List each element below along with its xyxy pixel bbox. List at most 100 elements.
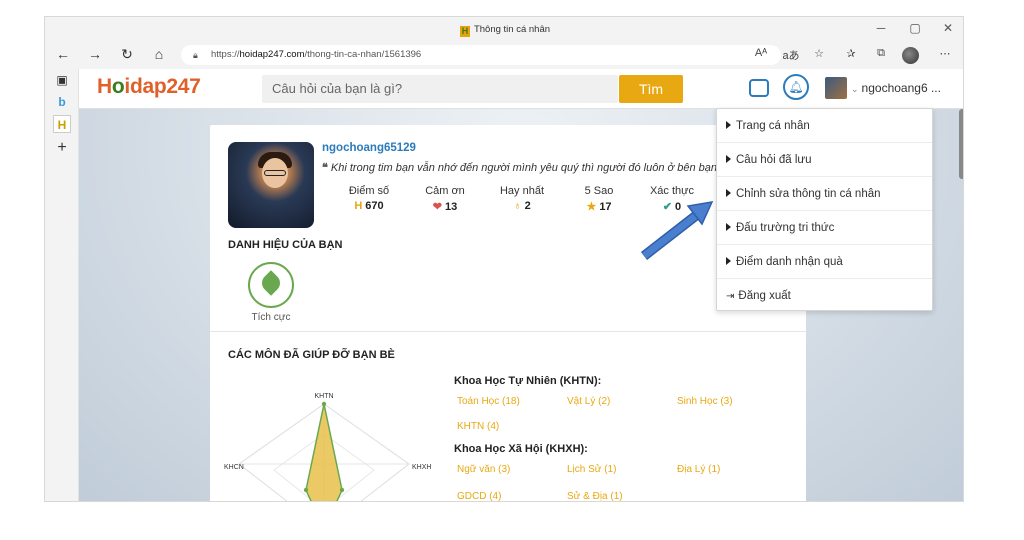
- back-arrow-icon[interactable]: ←: [53, 46, 73, 62]
- stat-label: Hay nhất: [499, 185, 545, 197]
- address-toolbar: ← → ↻ ⌂ 🔒︎ https://hoidap247.com/thong-t…: [45, 43, 963, 69]
- stat-label: Xác thực: [649, 185, 695, 197]
- stat-value: 17: [599, 201, 612, 213]
- favorites-icon[interactable]: ✰: [841, 47, 861, 60]
- chevron-down-icon: ⌄: [851, 84, 859, 94]
- leaf-icon: [258, 270, 284, 296]
- stat-label: 5 Sao: [584, 185, 614, 197]
- group-title: Khoa Học Xã Hội (KHXH):: [454, 443, 588, 455]
- maximize-button[interactable]: ▢: [905, 21, 925, 35]
- stat-value: 13: [444, 201, 458, 213]
- search-button[interactable]: Tìm: [619, 75, 683, 103]
- site-logo[interactable]: Hoidap247: [97, 75, 201, 99]
- radar-label-top: KHTN: [314, 393, 333, 400]
- read-aloud-icon[interactable]: Aᴬ: [751, 47, 771, 59]
- subject-link[interactable]: Địa Lý (1): [677, 464, 720, 475]
- add-tab-icon[interactable]: +: [53, 139, 71, 157]
- badge-label: Tích cực: [251, 312, 291, 323]
- subject-link[interactable]: Vật Lý (2): [567, 396, 610, 407]
- profile-quote: ❝ Khi trong tim bạn vẫn nhớ đến người mìn…: [322, 161, 722, 174]
- subject-link[interactable]: GDCD (4): [457, 491, 501, 501]
- bell-icon[interactable]: 🔔︎: [783, 74, 809, 100]
- minimize-button[interactable]: ─: [871, 21, 891, 35]
- user-avatar-small[interactable]: [825, 77, 847, 99]
- star-icon: ★: [586, 201, 597, 213]
- radar-label-right: KHXH: [412, 464, 431, 471]
- logout-icon: ⇥: [726, 291, 735, 302]
- user-menu-toggle[interactable]: ⌄ ngochoang6 ...: [851, 81, 941, 95]
- search-input[interactable]: Câu hỏi của bạn là gì?: [262, 75, 618, 103]
- logo-text: idap247: [124, 75, 201, 98]
- profile-quote-text: Khi trong tim bạn vẫn nhớ đến người mình…: [330, 162, 717, 174]
- window-title-text: Thông tin cá nhân: [473, 24, 551, 35]
- forward-arrow-icon[interactable]: →: [85, 46, 105, 62]
- user-dropdown-menu: Trang cá nhân Câu hỏi đã lưu Chỉnh sửa t…: [716, 108, 933, 311]
- hoidap-tab-icon[interactable]: H: [53, 115, 71, 133]
- subject-link[interactable]: Lịch Sử (1): [567, 464, 617, 475]
- menu-item-knowledge-arena[interactable]: Đấu trường tri thức: [717, 211, 932, 245]
- lock-icon: 🔒︎: [193, 50, 198, 60]
- menu-item-edit-profile[interactable]: Chỉnh sửa thông tin cá nhân: [717, 177, 932, 211]
- quote-icon: ❝: [322, 162, 328, 174]
- menu-item-profile[interactable]: Trang cá nhân: [717, 109, 932, 143]
- profile-avatar: [228, 142, 314, 228]
- browser-profile-avatar[interactable]: [902, 47, 919, 64]
- caret-right-icon: [726, 155, 731, 163]
- radar-point: [321, 401, 327, 407]
- stat-value: 2: [524, 200, 531, 212]
- subject-link[interactable]: Toán Học (18): [457, 396, 520, 407]
- caret-right-icon: [726, 223, 731, 231]
- bing-icon[interactable]: b: [53, 93, 71, 111]
- user-menu-name: ngochoang6 ...: [861, 81, 941, 95]
- radar-label-left: KHCN: [224, 464, 244, 471]
- translate-icon[interactable]: aあ: [781, 47, 801, 63]
- caret-right-icon: [726, 257, 731, 265]
- close-button[interactable]: ✕: [938, 21, 958, 35]
- badge-icon: [248, 262, 294, 308]
- url-path: /thong-tin-ca-nhan/1561396: [304, 49, 422, 60]
- stat-label: Cảm ơn: [425, 185, 465, 197]
- more-menu-icon[interactable]: ⋯: [935, 47, 955, 60]
- menu-item-daily-checkin[interactable]: Điểm danh nhận quà: [717, 245, 932, 279]
- page-scrollbar[interactable]: [959, 109, 963, 179]
- logo-letter-o: o: [111, 75, 125, 98]
- caret-right-icon: [726, 189, 731, 197]
- message-icon[interactable]: [749, 79, 769, 97]
- stat-thanks: Cảm ơn ❤ 13: [410, 185, 480, 213]
- heart-icon: ❤: [432, 201, 442, 213]
- browser-sidebar: ▣ b H +: [45, 69, 79, 501]
- add-favorite-icon[interactable]: ☆: [809, 47, 829, 60]
- stat-points: Điểm số H 670: [334, 185, 404, 212]
- site-header: Hoidap247 Câu hỏi của bạn là gì? Tìm 🔔︎ …: [79, 69, 963, 109]
- group-title: Khoa Học Tự Nhiên (KHTN):: [454, 375, 602, 387]
- refresh-icon[interactable]: ↻: [117, 46, 137, 63]
- collections-icon[interactable]: ⧉: [871, 47, 891, 60]
- subject-link[interactable]: Ngữ văn (3): [457, 464, 510, 475]
- tab-actions-icon[interactable]: ▣: [53, 71, 71, 89]
- stat-label: Điểm số: [348, 185, 390, 197]
- radar-point: [303, 487, 309, 493]
- home-icon[interactable]: ⌂: [149, 46, 169, 62]
- url-host: hoidap247.com: [239, 49, 305, 60]
- window-title: H Thông tin cá nhân: [45, 24, 963, 37]
- profile-username[interactable]: ngochoang65129: [322, 142, 416, 154]
- subjects-radar-chart: KHTN KHCN KHXH: [224, 393, 431, 501]
- subject-link[interactable]: KHTN (4): [457, 421, 499, 432]
- logo-letter-h: H: [97, 75, 112, 98]
- url-field[interactable]: 🔒︎ https://hoidap247.com/thong-tin-ca-nh…: [181, 45, 781, 65]
- points-icon: H: [354, 200, 363, 212]
- menu-item-saved-questions[interactable]: Câu hỏi đã lưu: [717, 143, 932, 177]
- subject-link[interactable]: Sinh Học (3): [677, 396, 733, 407]
- radar-data-area: [305, 403, 343, 501]
- caret-right-icon: [726, 121, 731, 129]
- radar-point: [339, 487, 345, 493]
- stat-verified: Xác thực ✔ 0: [637, 185, 707, 213]
- divider: [210, 331, 806, 332]
- stat-five-star: 5 Sao ★ 17: [564, 185, 634, 213]
- badges-title: DANH HIỆU CỦA BẠN: [228, 239, 343, 251]
- site-favicon-icon: H: [459, 26, 470, 37]
- menu-item-logout[interactable]: ⇥ Đăng xuất: [717, 279, 932, 313]
- subject-link[interactable]: Sử & Địa (1): [567, 491, 623, 501]
- stat-value: 0: [675, 201, 682, 213]
- url-prefix: https://: [211, 49, 240, 60]
